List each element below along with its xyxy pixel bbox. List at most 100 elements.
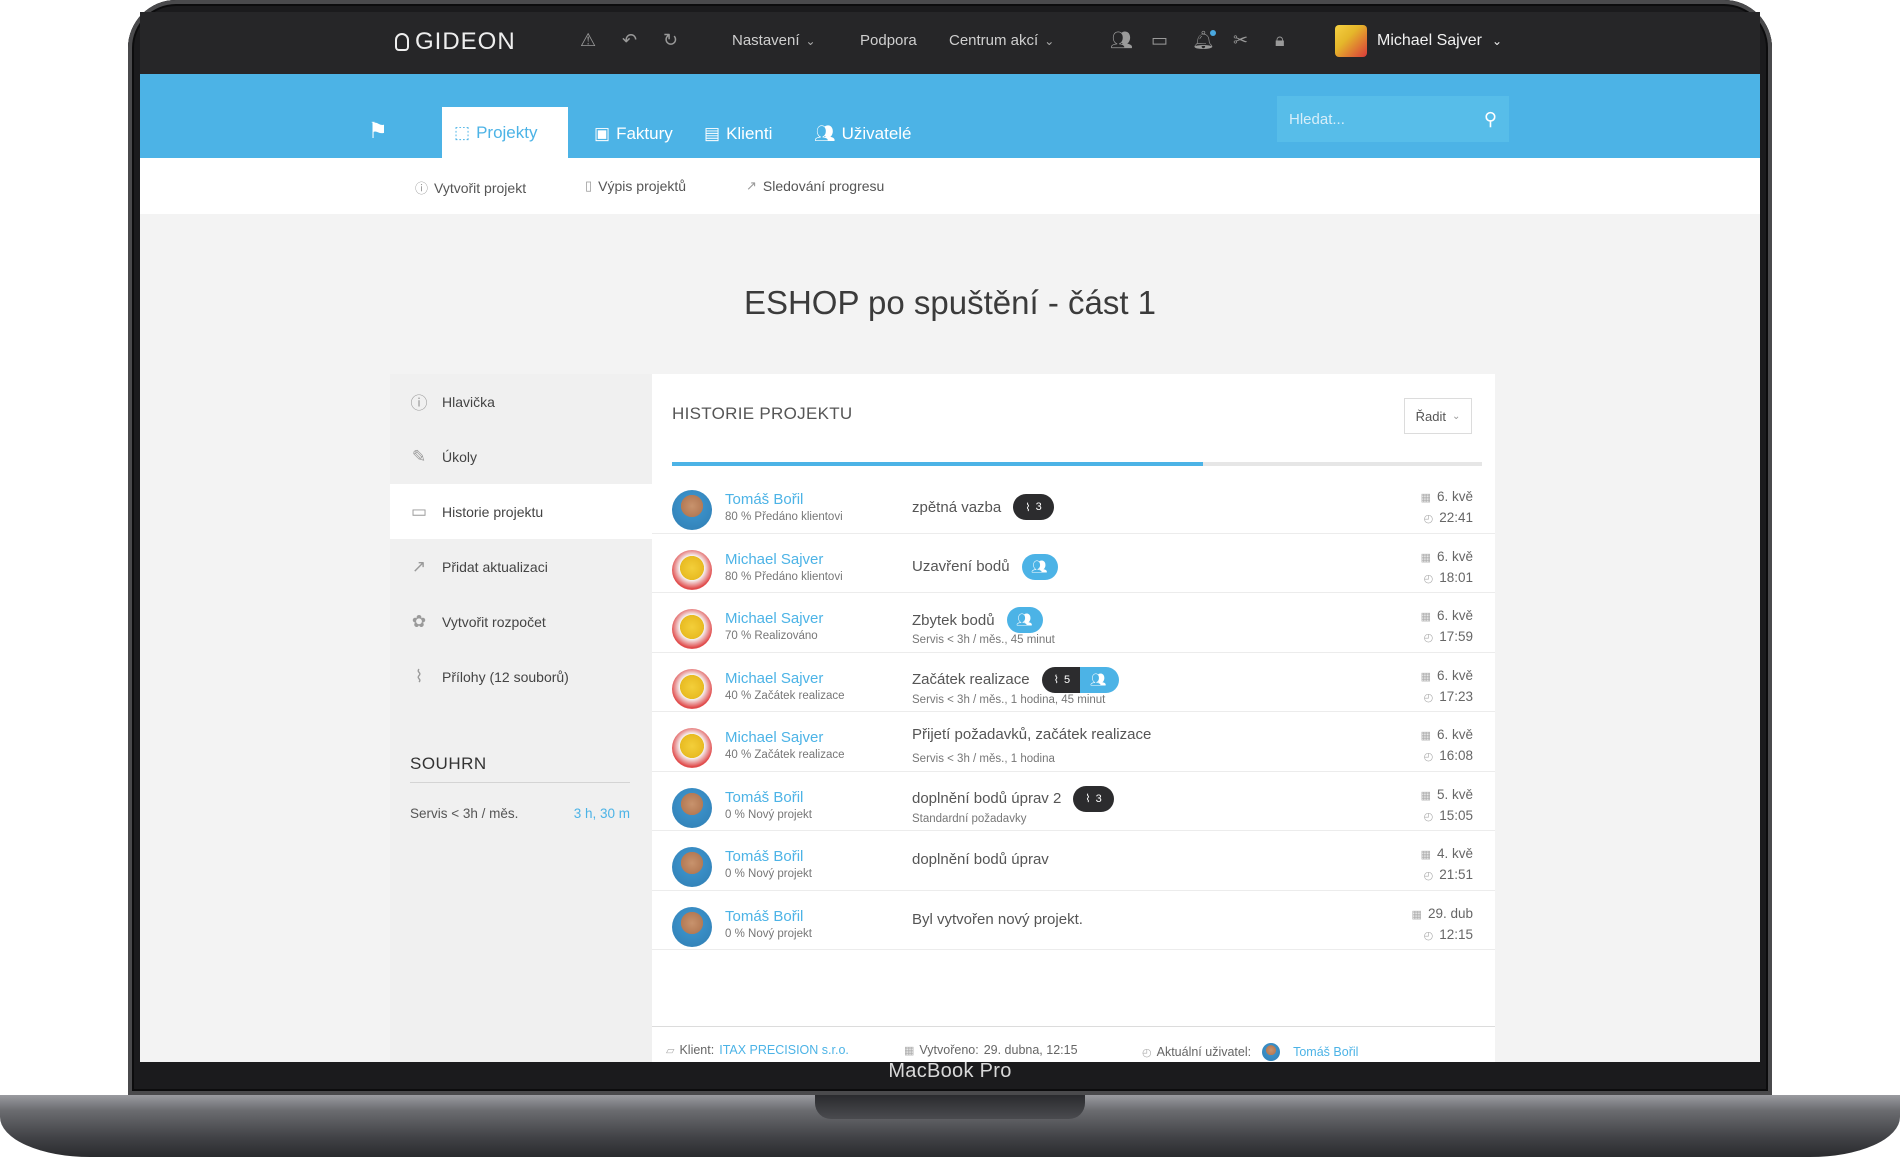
history-row[interactable]: Tomáš Bořil 0 % Nový projekt doplnění bodů… bbox=[652, 831, 1495, 891]
warning-icon[interactable]: ⚠ bbox=[580, 30, 596, 51]
logo[interactable]: GIDEON bbox=[395, 28, 516, 56]
sub-nav: ⓘ Vytvořit projekt ▯ Výpis projektů ↗ Sl… bbox=[140, 158, 1760, 214]
tab-projekty[interactable]: ⬚ Projekty bbox=[442, 107, 568, 158]
sidebar-item-vytvorit-rozpocet[interactable]: ✿ Vytvořit rozpočet bbox=[390, 594, 652, 649]
search-input[interactable] bbox=[1289, 110, 1459, 128]
project-progress-bar bbox=[672, 462, 1482, 466]
entry-time: 22:41 bbox=[1439, 510, 1473, 525]
sidebar-item-prilohy[interactable]: ⌇ Přílohy (12 souborů) bbox=[390, 649, 652, 704]
tab-klienti[interactable]: ▤ Klienti bbox=[692, 110, 784, 158]
tab-uzivatele[interactable]: 👥︎ Uživatelé bbox=[802, 110, 924, 158]
users-icon[interactable]: 👥︎ bbox=[1110, 30, 1133, 51]
attachment-badge[interactable]: ⌇ 3 bbox=[1073, 785, 1114, 812]
subnav-vytvorit-projekt[interactable]: ⓘ Vytvořit projekt bbox=[415, 178, 526, 197]
project-status: 0 % Nový projekt bbox=[725, 868, 812, 880]
history-row[interactable]: Tomáš Bořil 0 % Nový projekt doplnění bodů… bbox=[652, 772, 1495, 831]
calendar-icon: ▦ bbox=[1411, 908, 1422, 921]
search-box: ⚲ bbox=[1277, 96, 1509, 142]
subnav-sledovani-progresu[interactable]: ↗ Sledování progresu bbox=[746, 178, 884, 194]
sidebar-item-historie[interactable]: ▭ Historie projektu bbox=[390, 484, 652, 539]
action-text: Uzavření bodů bbox=[912, 558, 1010, 575]
user-name-link[interactable]: Tomáš Bořil bbox=[725, 848, 803, 865]
action-text: doplnění bodů úprav 2 bbox=[912, 790, 1062, 807]
menu-nastaveni[interactable]: Nastavení ⌄ bbox=[732, 32, 816, 49]
signpost-icon[interactable]: ⚑ bbox=[368, 118, 388, 144]
lock-icon[interactable]: 🔒︎ bbox=[1275, 30, 1285, 51]
entry-datetime: ▦ 6. kvě ◴ 17:23 bbox=[1421, 666, 1473, 708]
history-action: Přijetí požadavků, začátek realizace bbox=[912, 726, 1151, 743]
history-action: doplnění bodů úprav 2 ⌇ 3 bbox=[912, 785, 1114, 812]
project-status: 40 % Začátek realizace bbox=[725, 689, 845, 702]
project-progress-fill bbox=[672, 462, 1203, 466]
clock-icon: ◴ bbox=[1423, 632, 1434, 644]
info-icon: ⓘ bbox=[415, 181, 429, 196]
user-name-link[interactable]: Michael Sajver bbox=[725, 551, 823, 568]
user-menu[interactable]: Michael Sajver ⌄ bbox=[1335, 25, 1502, 57]
users-icon: 👥︎ bbox=[1080, 666, 1119, 693]
attachment-badge[interactable]: ⌇ 3 bbox=[1013, 494, 1054, 520]
project-status: 40 % Začátek realizace bbox=[725, 749, 845, 761]
sidebar-item-hlavicka[interactable]: ⓘ Hlavička bbox=[390, 374, 652, 429]
history-row[interactable]: Tomáš Bořil 80 % Předáno klientovi zpětná … bbox=[652, 474, 1495, 534]
action-text: Začátek realizace bbox=[912, 671, 1030, 688]
footer-current-user: ◴ Aktuální uživatel: Tomáš Bořil bbox=[1142, 1043, 1359, 1061]
client-link[interactable]: ITAX PRECISION s.r.o. bbox=[719, 1043, 849, 1057]
top-bar: GIDEON ⚠ ↶ ↻ Nastavení ⌄ Podpora Centrum … bbox=[140, 12, 1760, 74]
user-name-link[interactable]: Tomáš Bořil bbox=[725, 789, 803, 806]
box-icon: ⬚ bbox=[454, 122, 471, 142]
page-title: ESHOP po spuštění - část 1 bbox=[743, 284, 1157, 321]
history-row[interactable]: Michael Sajver 40 % Začátek realizace Začá… bbox=[652, 653, 1495, 712]
entry-datetime: ▦ 6. kvě ◴ 17:59 bbox=[1421, 606, 1473, 648]
users-badge[interactable]: 👥︎ bbox=[1006, 607, 1043, 633]
calendar-icon: ▦ bbox=[1420, 611, 1431, 623]
sidebar-item-pridat-aktualizaci[interactable]: ↗ Přidat aktualizaci bbox=[390, 539, 652, 594]
project-status: 70 % Realizováno bbox=[725, 630, 818, 642]
user-name-link[interactable]: Tomáš Bořil bbox=[725, 491, 803, 508]
chevron-down-icon: ⌄ bbox=[805, 34, 816, 48]
project-status: 0 % Nový projekt bbox=[725, 808, 812, 821]
clock-icon: ◴ bbox=[1423, 513, 1434, 525]
attachment-users-badge[interactable]: ⌇ 5 👥︎ bbox=[1041, 666, 1119, 693]
piggy-bank-icon: ✿ bbox=[411, 611, 427, 631]
calendar-icon: ▦ bbox=[1420, 551, 1431, 564]
clock-icon: ◴ bbox=[1423, 810, 1434, 823]
paperclip-icon: ⌇ bbox=[1053, 674, 1059, 686]
entry-time: 17:59 bbox=[1439, 629, 1473, 644]
user-name-link[interactable]: Michael Sajver bbox=[725, 729, 823, 746]
user-name-link[interactable]: Tomáš Bořil bbox=[725, 908, 803, 925]
summary-label: Servis < 3h / měs. bbox=[410, 806, 519, 821]
entry-date: 4. kvě bbox=[1436, 846, 1473, 861]
history-row[interactable]: Michael Sajver 40 % Začátek realizace Přij… bbox=[652, 712, 1495, 772]
calendar-icon: ▦ bbox=[1420, 670, 1431, 683]
current-user-link[interactable]: Tomáš Bořil bbox=[1293, 1045, 1358, 1059]
logo-text: GIDEON bbox=[415, 28, 516, 55]
entry-date: 6. kvě bbox=[1436, 667, 1473, 683]
tools-icon[interactable]: ✂ bbox=[1233, 30, 1248, 51]
paperclip-icon: ⌇ bbox=[1025, 501, 1031, 514]
entry-datetime: ▦ 29. dub ◴ 12:15 bbox=[1412, 904, 1473, 946]
history-row[interactable]: Tomáš Bořil 0 % Nový projekt Byl vytvořen … bbox=[652, 891, 1495, 950]
user-avatar bbox=[672, 490, 712, 530]
refresh-icon[interactable]: ↻ bbox=[663, 30, 678, 51]
undo-icon[interactable]: ↶ bbox=[622, 30, 637, 51]
summary-title: SOUHRN bbox=[410, 754, 630, 783]
user-name-link[interactable]: Michael Sajver bbox=[725, 610, 823, 627]
tab-faktury[interactable]: ▣ Faktury bbox=[582, 110, 685, 158]
history-row[interactable]: Michael Sajver 70 % Realizováno Zbytek bod… bbox=[652, 593, 1495, 653]
sidebar-item-ukoly[interactable]: ✎ Úkoly bbox=[390, 429, 652, 484]
user-name-link[interactable]: Michael Sajver bbox=[725, 670, 823, 687]
sort-button[interactable]: Řadit ⌄ bbox=[1404, 398, 1472, 434]
menu-centrum-akci[interactable]: Centrum akcí ⌄ bbox=[949, 32, 1054, 49]
search-icon[interactable]: ⚲ bbox=[1484, 109, 1497, 130]
users-badge[interactable]: 👥︎ bbox=[1021, 553, 1058, 580]
entry-date: 5. kvě bbox=[1436, 786, 1473, 802]
clock-icon: ◴ bbox=[1423, 751, 1434, 763]
menu-podpora[interactable]: Podpora bbox=[860, 32, 917, 49]
history-row[interactable]: Michael Sajver 80 % Předáno klientovi Uzav… bbox=[652, 534, 1495, 593]
project-footer: ▱ Klient: ITAX PRECISION s.r.o. ▦ Vytvoř… bbox=[652, 1026, 1495, 1062]
action-detail: Standardní požadavky bbox=[912, 812, 1027, 825]
entry-time: 18:01 bbox=[1439, 569, 1473, 585]
chat-icon[interactable]: ▭ bbox=[1151, 30, 1168, 51]
action-text: Přijetí požadavků, začátek realizace bbox=[912, 726, 1152, 743]
subnav-vypis-projektu[interactable]: ▯ Výpis projektů bbox=[585, 178, 686, 194]
